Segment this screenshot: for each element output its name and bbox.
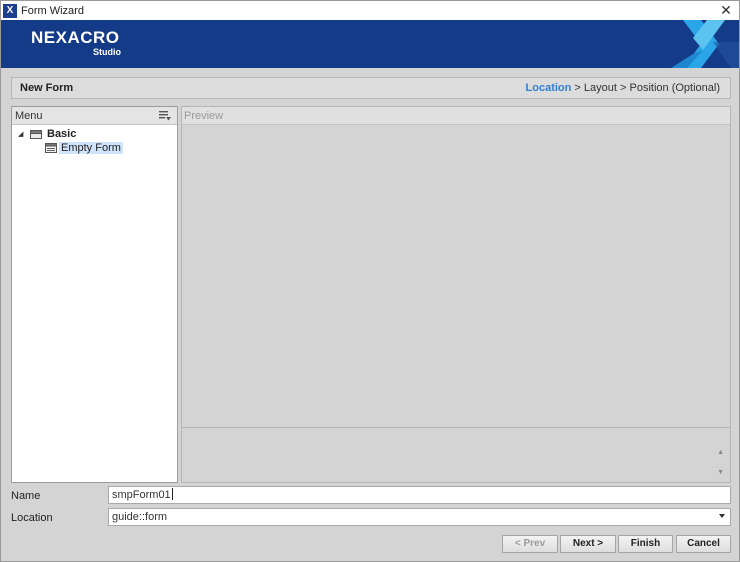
- dropdown-arrow-icon[interactable]: [719, 514, 725, 518]
- location-select-value: guide::form: [112, 511, 168, 523]
- step-location: Location: [525, 82, 572, 94]
- step-separator: >: [571, 82, 584, 94]
- preview-header-label: Preview: [184, 109, 224, 122]
- step-title: New Form: [20, 82, 74, 94]
- finish-button[interactable]: Finish: [618, 535, 673, 553]
- name-input[interactable]: smpForm01: [108, 486, 731, 504]
- location-label: Location: [11, 512, 53, 524]
- nexacro-logo: NEXACRO Studio: [31, 28, 121, 57]
- description-area: ▲ ▼: [182, 429, 730, 482]
- menu-header-label: Menu: [15, 109, 43, 122]
- scroll-up-arrow-icon[interactable]: ▲: [717, 449, 724, 456]
- window-title: Form Wizard: [21, 4, 84, 17]
- logo-sub-text: Studio: [93, 47, 121, 57]
- nexacro-app-icon: X: [3, 3, 17, 18]
- banner: NEXACRO Studio: [1, 20, 739, 68]
- tree-item-label: Empty Form: [59, 142, 123, 154]
- scroll-down-arrow-icon[interactable]: ▼: [717, 469, 724, 476]
- title-bar: X Form Wizard ✕: [1, 1, 739, 20]
- text-caret: [171, 488, 173, 500]
- tree-group-label: Basic: [47, 128, 77, 140]
- folder-icon: [30, 130, 42, 139]
- close-button[interactable]: ✕: [718, 2, 734, 18]
- tree-group-basic[interactable]: ◢ Basic: [12, 127, 177, 141]
- form-wizard-window: X Form Wizard ✕ NEXACRO Studio New Form …: [0, 0, 740, 562]
- preview-panel: Preview ▲ ▼: [181, 106, 731, 483]
- step-layout: Layout: [583, 82, 617, 94]
- step-separator: >: [616, 82, 630, 94]
- cancel-button[interactable]: Cancel: [676, 535, 731, 553]
- preview-canvas: [182, 126, 730, 428]
- tree-item-empty-form[interactable]: Empty Form: [12, 141, 177, 155]
- preview-header: Preview: [182, 107, 730, 125]
- location-select[interactable]: guide::form: [108, 508, 731, 526]
- wizard-step-bar: New Form Location > Layout > Position (O…: [11, 77, 731, 99]
- next-button[interactable]: Next >: [560, 535, 616, 553]
- form-template-icon: [45, 143, 57, 153]
- step-position: Position (Optional): [629, 82, 721, 94]
- menu-panel: Menu ◢ Basic Empty Form: [11, 106, 178, 483]
- logo-main-text: NEXACRO: [31, 28, 120, 47]
- name-label: Name: [11, 490, 41, 502]
- template-tree: ◢ Basic Empty Form: [12, 125, 177, 155]
- prev-button[interactable]: < Prev: [502, 535, 558, 553]
- menu-header: Menu: [12, 107, 177, 125]
- sort-list-icon[interactable]: [159, 110, 171, 121]
- collapse-arrow-icon[interactable]: ◢: [18, 130, 23, 138]
- name-input-value: smpForm01: [112, 489, 171, 501]
- nexacro-x-mark-icon: [671, 20, 739, 68]
- step-breadcrumb: Location > Layout > Position (Optional): [526, 82, 720, 94]
